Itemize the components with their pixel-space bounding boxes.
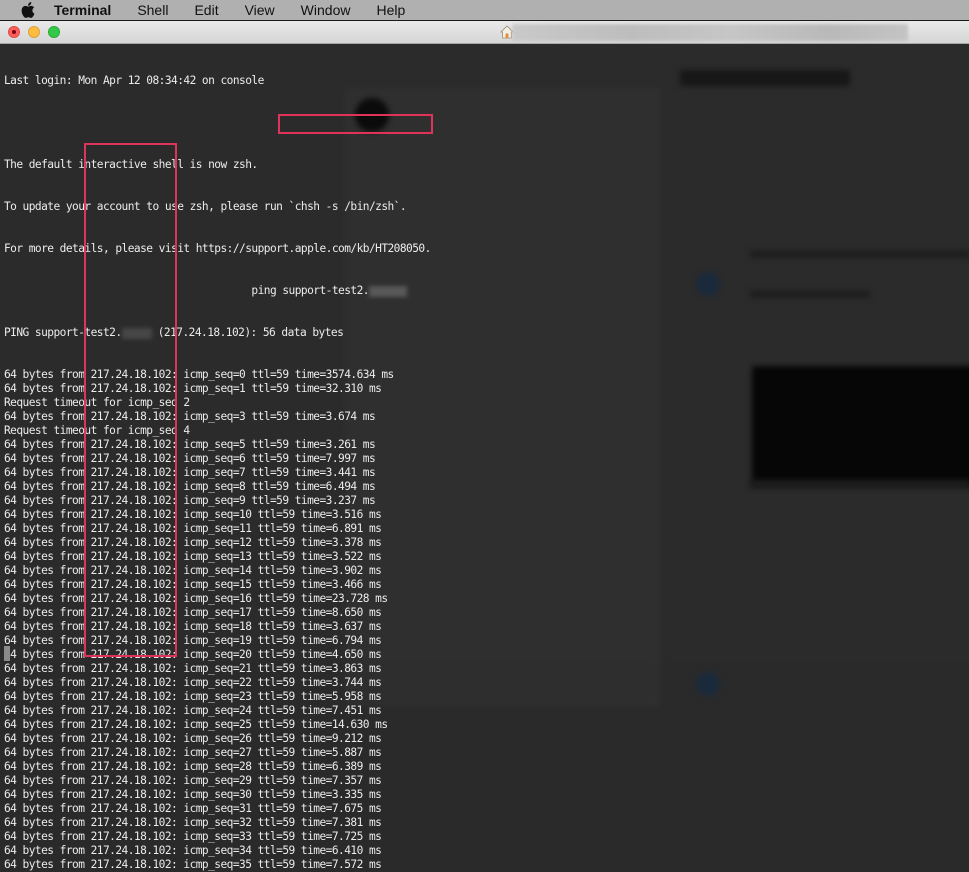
ping-header-info: (217.24.18.102): 56 data bytes — [151, 326, 344, 339]
menu-help[interactable]: Help — [376, 2, 405, 18]
ping-reply-line: 64 bytes from 217.24.18.102: icmp_seq=25… — [4, 718, 388, 731]
minimize-button[interactable] — [28, 26, 40, 38]
zoom-button[interactable] — [48, 26, 60, 38]
ping-reply-line: 64 bytes from 217.24.18.102: icmp_seq=35… — [4, 858, 382, 871]
ping-reply-line: 64 bytes from 217.24.18.102: icmp_seq=10… — [4, 508, 382, 521]
ping-reply-line: 64 bytes from 217.24.18.102: icmp_seq=5 … — [4, 438, 376, 451]
ping-reply-line: 64 bytes from 217.24.18.102: icmp_seq=21… — [4, 662, 382, 675]
ping-reply-line: 64 bytes from 217.24.18.102: icmp_seq=7 … — [4, 466, 376, 479]
terminal-line: For more details, please visit https://s… — [4, 242, 431, 255]
window-titlebar[interactable] — [0, 21, 969, 44]
ping-reply-line: 64 bytes from 217.24.18.102: icmp_seq=33… — [4, 830, 382, 843]
background-avatar-dot — [696, 672, 720, 696]
ping-reply-line: 64 bytes from 217.24.18.102: icmp_seq=6 … — [4, 452, 376, 465]
ping-reply-line: 64 bytes from 217.24.18.102: icmp_seq=34… — [4, 844, 382, 857]
highlight-command-box — [278, 114, 433, 134]
ping-header: PING support-test2. (217.24.18.102): 56 … — [4, 326, 431, 340]
apple-logo-icon[interactable] — [20, 2, 36, 18]
ping-reply-line: 64 bytes from 217.24.18.102: icmp_seq=30… — [4, 788, 382, 801]
ping-reply-line: 64 bytes from 217.24.18.102: icmp_seq=19… — [4, 634, 382, 647]
ping-reply-line: 64 bytes from 217.24.18.102: icmp_seq=26… — [4, 732, 382, 745]
window-title-redacted — [512, 24, 908, 41]
redacted-hostname — [368, 285, 407, 297]
ping-timeout-line: Request timeout for icmp_seq 4 — [4, 424, 190, 437]
menu-app-name[interactable]: Terminal — [54, 2, 111, 18]
ping-reply-line: 64 bytes from 217.24.18.102: icmp_seq=16… — [4, 592, 388, 605]
ping-reply-line: 64 bytes from 217.24.18.102: icmp_seq=17… — [4, 606, 382, 619]
ping-reply-line: 64 bytes from 217.24.18.102: icmp_seq=11… — [4, 522, 382, 535]
ping-reply-line: 64 bytes from 217.24.18.102: icmp_seq=29… — [4, 774, 382, 787]
ping-reply-line: 64 bytes from 217.24.18.102: icmp_seq=15… — [4, 578, 382, 591]
terminal-cursor — [4, 646, 10, 661]
highlight-ip-column-box — [84, 143, 177, 657]
ping-reply-line: 64 bytes from 217.24.18.102: icmp_seq=12… — [4, 536, 382, 549]
ping-reply-line: 64 bytes from 217.24.18.102: icmp_seq=0 … — [4, 368, 394, 381]
menu-view[interactable]: View — [245, 2, 275, 18]
ping-reply-line: 64 bytes from 217.24.18.102: icmp_seq=14… — [4, 564, 382, 577]
ping-reply-line: 64 bytes from 217.24.18.102: icmp_seq=20… — [4, 648, 382, 661]
terminal-line: Last login: Mon Apr 12 08:34:42 on conso… — [4, 74, 264, 87]
ping-reply-line: 64 bytes from 217.24.18.102: icmp_seq=22… — [4, 676, 382, 689]
ping-reply-line: 64 bytes from 217.24.18.102: icmp_seq=24… — [4, 704, 382, 717]
ping-reply-line: 64 bytes from 217.24.18.102: icmp_seq=8 … — [4, 480, 376, 493]
ping-reply-line: 64 bytes from 217.24.18.102: icmp_seq=18… — [4, 620, 382, 633]
terminal-line: To update your account to use zsh, pleas… — [4, 200, 407, 213]
close-button[interactable] — [8, 26, 20, 38]
terminal-line: The default interactive shell is now zsh… — [4, 158, 258, 171]
menu-window[interactable]: Window — [301, 2, 351, 18]
menu-bar: Terminal Shell Edit View Window Help — [0, 0, 969, 21]
command-text: ping support-test2. — [251, 284, 369, 297]
ping-reply-line: 64 bytes from 217.24.18.102: icmp_seq=23… — [4, 690, 382, 703]
ping-reply-line: 64 bytes from 217.24.18.102: icmp_seq=27… — [4, 746, 382, 759]
ping-reply-line: 64 bytes from 217.24.18.102: icmp_seq=13… — [4, 550, 382, 563]
ping-timeout-line: Request timeout for icmp_seq 2 — [4, 396, 190, 409]
ping-reply-line: 64 bytes from 217.24.18.102: icmp_seq=32… — [4, 816, 382, 829]
ping-reply-line: 64 bytes from 217.24.18.102: icmp_seq=28… — [4, 760, 382, 773]
menu-edit[interactable]: Edit — [194, 2, 218, 18]
ping-reply-line: 64 bytes from 217.24.18.102: icmp_seq=9 … — [4, 494, 376, 507]
command-line: ping support-test2. — [4, 284, 431, 298]
ping-reply-line: 64 bytes from 217.24.18.102: icmp_seq=1 … — [4, 382, 382, 395]
terminal-output: Last login: Mon Apr 12 08:34:42 on conso… — [4, 46, 431, 872]
ping-reply-line: 64 bytes from 217.24.18.102: icmp_seq=3 … — [4, 410, 376, 423]
menu-shell[interactable]: Shell — [137, 2, 168, 18]
ping-reply-line: 64 bytes from 217.24.18.102: icmp_seq=31… — [4, 802, 382, 815]
